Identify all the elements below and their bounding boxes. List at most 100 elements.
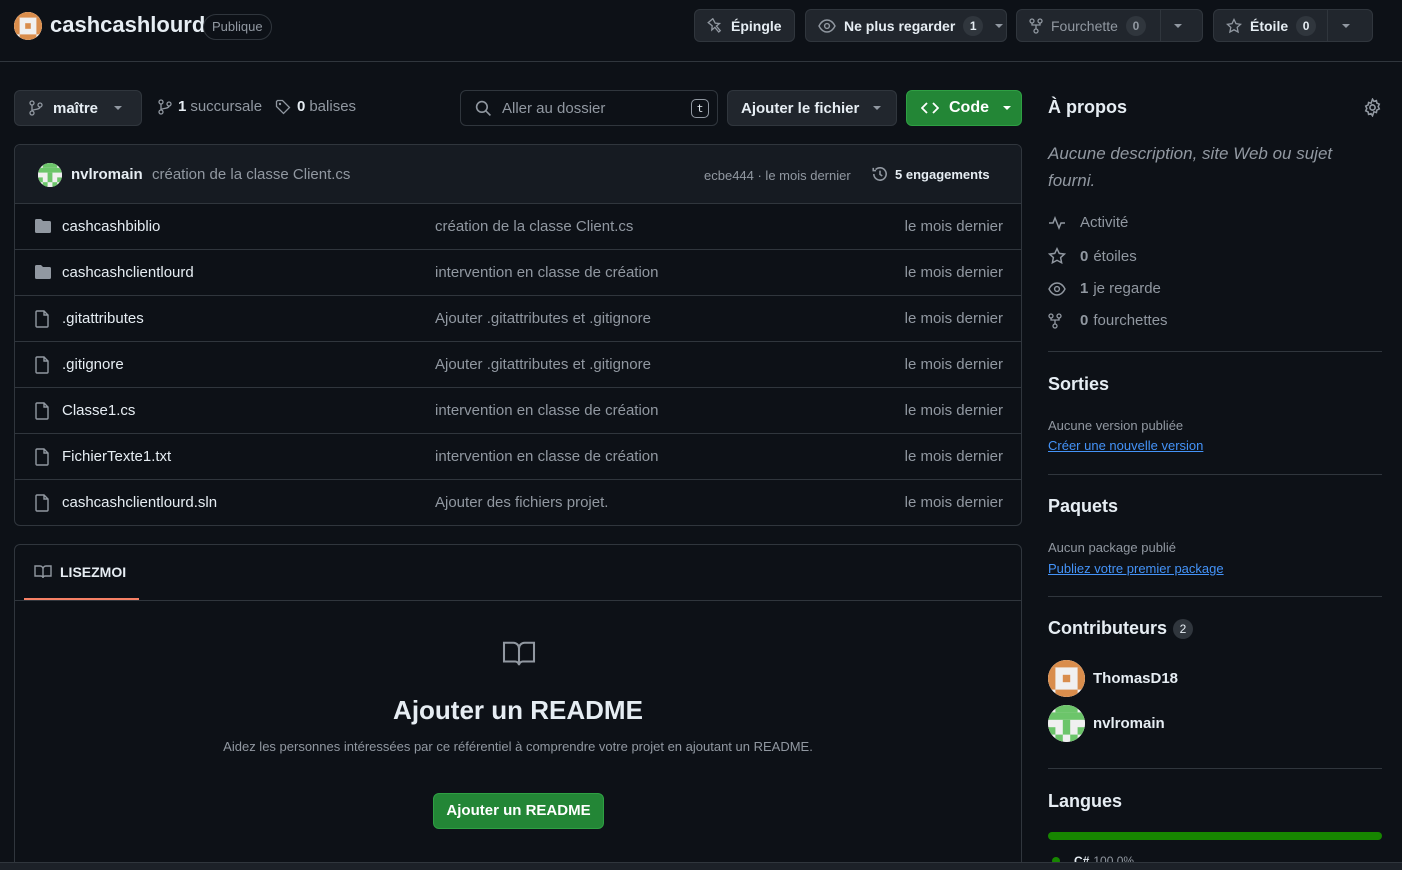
add-readme-button[interactable]: Ajouter un README	[433, 793, 604, 829]
file-commit-message[interactable]: intervention en classe de création	[435, 402, 658, 419]
forks-link[interactable]: 0 fourchettes	[1048, 312, 1168, 329]
releases-title[interactable]: Sorties	[1048, 374, 1109, 395]
file-name[interactable]: cashcashbiblio	[62, 218, 160, 235]
file-commit-message[interactable]: Ajouter .gitattributes et .gitignore	[435, 310, 651, 327]
about-description: Aucune description, site Web ou sujet fo…	[1048, 144, 1333, 190]
contributor-name: ThomasD18	[1093, 670, 1179, 687]
pin-button[interactable]: Épingle	[694, 9, 795, 42]
tags-link[interactable]: 0 balises	[275, 98, 356, 115]
contributor-item[interactable]: nvlromain	[1048, 705, 1165, 742]
file-commit-message[interactable]: intervention en classe de création	[435, 264, 658, 281]
file-date: le mois dernier	[904, 310, 1003, 327]
star-label[interactable]: Étoile	[1250, 18, 1288, 34]
readme-empty-title: Ajouter un README	[393, 695, 643, 725]
tag-icon	[275, 99, 291, 115]
file-icon	[34, 402, 50, 420]
fork-counter: 0	[1125, 15, 1146, 36]
releases-empty-text: Aucune version publiée	[1048, 418, 1184, 433]
eye-icon	[1048, 281, 1068, 297]
chevron-down-icon	[1341, 23, 1350, 28]
file-name[interactable]: .gitignore	[62, 356, 124, 373]
pin-label: Épingle	[731, 17, 782, 34]
avatar	[1048, 660, 1085, 697]
contributor-item[interactable]: ThomasD18	[1048, 660, 1178, 697]
about-title: À propos	[1048, 97, 1127, 117]
file-name[interactable]: Classe1.cs	[62, 402, 135, 419]
file-date: le mois dernier	[904, 402, 1003, 419]
divider	[1048, 351, 1382, 352]
latest-commit-bar: nvlromain création de la classe Client.c…	[15, 145, 1021, 204]
star-icon	[1048, 247, 1068, 265]
file-date: le mois dernier	[904, 356, 1003, 373]
commit-message[interactable]: création de la classe Client.cs	[152, 166, 350, 183]
commit-author[interactable]: nvlromain	[71, 166, 143, 183]
contributors-count: 2	[1173, 618, 1193, 639]
contributors-header[interactable]: Contributeurs 2	[1048, 618, 1193, 639]
branches-link[interactable]: 1 succursale	[158, 98, 262, 115]
watch-button[interactable]: Ne plus regarder 1	[805, 9, 1007, 42]
watching-label: je regarde	[1093, 280, 1161, 297]
file-commit-message[interactable]: création de la classe Client.cs	[435, 218, 633, 235]
star-button-group: Étoile 0	[1213, 9, 1373, 42]
commit-sha-time[interactable]: ecbe444 · le mois dernier	[704, 168, 851, 183]
file-name[interactable]: FichierTexte1.txt	[62, 448, 171, 465]
file-commit-message[interactable]: intervention en classe de création	[435, 448, 658, 465]
window-bottom-edge	[0, 862, 1402, 870]
publish-package-link[interactable]: Publiez votre premier package	[1048, 561, 1224, 576]
file-row[interactable]: .gitattributes Ajouter .gitattributes et…	[15, 296, 1021, 342]
branches-label: succursale	[190, 98, 263, 115]
packages-title[interactable]: Paquets	[1048, 496, 1118, 517]
branch-name: maître	[53, 99, 99, 117]
star-counter: 0	[1296, 15, 1317, 36]
star-dropdown[interactable]	[1327, 10, 1363, 41]
commits-history-link[interactable]: 5 engagements	[871, 165, 990, 183]
tags-count: 0	[297, 98, 306, 115]
readme-panel: LISEZMOI Ajouter un README Aidez les per…	[14, 544, 1022, 870]
file-commit-message[interactable]: Ajouter .gitattributes et .gitignore	[435, 356, 651, 373]
gear-icon[interactable]	[1363, 98, 1382, 117]
file-row[interactable]: cashcashclientlourd intervention en clas…	[15, 250, 1021, 296]
readme-tab[interactable]: LISEZMOI	[24, 545, 139, 600]
go-to-file-search[interactable]: Aller au dossier t	[460, 90, 718, 126]
file-commit-message[interactable]: Ajouter des fichiers projet.	[435, 494, 608, 511]
chevron-down-icon	[1174, 23, 1183, 28]
divider	[1048, 474, 1382, 475]
file-name[interactable]: cashcashclientlourd.sln	[62, 494, 217, 511]
divider	[1048, 596, 1382, 597]
contributors-title: Contributeurs	[1048, 618, 1167, 638]
book-icon	[34, 564, 52, 580]
history-icon	[871, 165, 889, 183]
watch-label: Ne plus regarder	[844, 17, 956, 34]
watch-counter: 1	[963, 15, 984, 36]
search-placeholder: Aller au dossier	[502, 99, 606, 117]
language-bar	[1048, 832, 1382, 840]
owner-avatar[interactable]	[14, 12, 42, 40]
file-name[interactable]: .gitattributes	[62, 310, 144, 327]
file-row[interactable]: FichierTexte1.txt intervention en classe…	[15, 434, 1021, 480]
activity-link[interactable]: Activité	[1048, 214, 1128, 231]
create-release-link[interactable]: Créer une nouvelle version	[1048, 438, 1203, 453]
avatar	[1048, 705, 1085, 742]
file-date: le mois dernier	[904, 264, 1003, 281]
stars-link[interactable]: 0 étoiles	[1048, 247, 1137, 265]
file-row[interactable]: Classe1.cs intervention en classe de cré…	[15, 388, 1021, 434]
search-shortcut-key: t	[691, 99, 709, 118]
file-date: le mois dernier	[904, 494, 1003, 511]
fork-dropdown[interactable]	[1159, 10, 1196, 41]
file-name[interactable]: cashcashclientlourd	[62, 264, 194, 281]
file-row[interactable]: cashcashclientlourd.sln Ajouter des fich…	[15, 480, 1021, 525]
commit-author-avatar[interactable]	[38, 163, 62, 187]
repo-name[interactable]: cashcashlourd	[50, 12, 205, 38]
book-icon	[500, 639, 538, 669]
file-date: le mois dernier	[904, 448, 1003, 465]
file-row[interactable]: cashcashbiblio création de la classe Cli…	[15, 204, 1021, 250]
branch-selector[interactable]: maître	[14, 90, 142, 126]
fork-label[interactable]: Fourchette	[1051, 18, 1118, 34]
code-button[interactable]: Code	[906, 90, 1022, 126]
fork-button-group: Fourchette 0	[1016, 9, 1203, 42]
file-date: le mois dernier	[904, 218, 1003, 235]
add-file-button[interactable]: Ajouter le fichier	[727, 90, 897, 126]
packages-empty-text: Aucun package publié	[1048, 540, 1176, 555]
watchers-link[interactable]: 1 je regarde	[1048, 280, 1161, 297]
file-row[interactable]: .gitignore Ajouter .gitattributes et .gi…	[15, 342, 1021, 388]
